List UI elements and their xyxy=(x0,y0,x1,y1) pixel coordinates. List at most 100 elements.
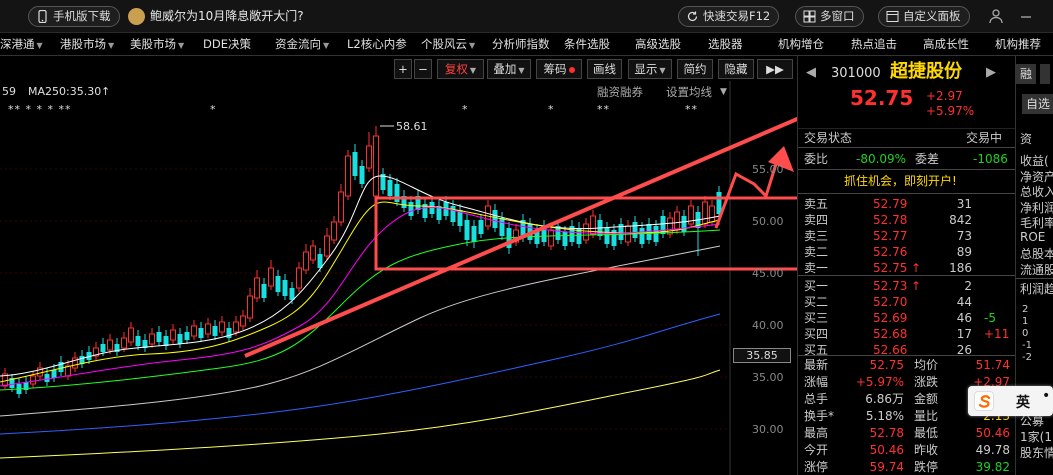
menu-item-label: DDE决策 xyxy=(203,37,251,51)
next-stock-icon[interactable]: ▶ xyxy=(986,65,996,81)
chevron-down-icon: ▼ xyxy=(178,41,185,50)
sell-order-row[interactable]: 卖一 52.75 ↑ 186 xyxy=(798,260,1016,276)
price-axis-label: 55.00 xyxy=(752,163,784,176)
event-marker[interactable]: * xyxy=(462,103,469,116)
hide-button[interactable]: 隐藏 xyxy=(718,59,754,79)
event-marker[interactable]: ** xyxy=(597,103,610,116)
open-account-promo[interactable]: 抓住机会，即刻开户! xyxy=(844,173,957,189)
menu-item[interactable]: 机构推荐 xyxy=(995,33,1041,56)
news-promo-link[interactable]: 鲍威尔为10月降息敞开大门? xyxy=(128,6,304,27)
sell-order-row[interactable]: 卖三 52.77 73 xyxy=(798,228,1016,244)
candle-body-up xyxy=(170,329,176,341)
chevron-down-icon[interactable]: ▼ xyxy=(720,87,727,97)
menu-item[interactable]: DDE决策 xyxy=(203,33,251,56)
stat-label: 均价 xyxy=(914,358,939,372)
custom-panel-button[interactable]: 自定义面板 xyxy=(878,6,970,27)
stock-name: 超捷股份 xyxy=(890,61,962,82)
extra-tab[interactable] xyxy=(1040,64,1050,84)
sell-order-row[interactable]: 卖五 52.79 31 xyxy=(798,196,1016,212)
moving-average-line xyxy=(0,229,721,391)
profit-axis-label: 1 xyxy=(1022,316,1029,327)
fundamentals-tab[interactable]: 资 xyxy=(1020,130,1032,147)
menu-item[interactable]: 高级选股 xyxy=(635,33,681,56)
chips-button[interactable]: 筹码 xyxy=(536,59,582,79)
buy-order-row[interactable]: 买一 52.73 ↑ 2 xyxy=(798,278,1016,294)
candle-body-down xyxy=(184,332,190,340)
fuquan-dropdown[interactable]: 复权 ▼ xyxy=(437,59,484,79)
zoom-out-button[interactable]: − xyxy=(414,59,432,79)
menu-item[interactable]: 美股市场 ▼ xyxy=(130,33,184,56)
quick-trade-button[interactable]: 快速交易F12 xyxy=(678,6,780,27)
trade-status-label: 交易状态 xyxy=(804,131,853,145)
sell-order-price: 52.78 xyxy=(873,213,908,227)
candle-body-up xyxy=(583,223,589,241)
sell-order-volume: 73 xyxy=(956,229,972,243)
kline-chart-area[interactable]: 58.61 + − 复权 ▼ 叠加 ▼ 筹码 画线 显示 ▼ 简约 隐藏 ▶▶ 59 … xyxy=(0,56,797,475)
overlay-dropdown[interactable]: 叠加 ▼ xyxy=(487,59,531,79)
price-axis-label: 45.00 xyxy=(752,267,784,280)
candle-body-up xyxy=(331,221,337,241)
ime-toolbar[interactable]: 英 • xyxy=(968,386,1053,416)
user-icon[interactable] xyxy=(988,8,1004,24)
margin-trading-link[interactable]: 融资融券 xyxy=(597,84,643,100)
buy-order-volume: 2 xyxy=(964,279,972,293)
top-bar: 手机版下载 鲍威尔为10月降息敞开大门? 快速交易F12 多窗口 自定义面板 xyxy=(0,0,1053,33)
chevron-down-icon: ▼ xyxy=(323,41,330,50)
menu-item[interactable]: 港股市场 ▼ xyxy=(60,33,114,56)
draw-line-button[interactable]: 画线 xyxy=(587,59,622,79)
kline-chart-svg[interactable]: 58.61 xyxy=(0,56,797,475)
candle-body-down xyxy=(387,180,393,196)
buy-order-delta: +11 xyxy=(984,327,1010,341)
buy-order-row[interactable]: 买三 52.69 46 -5 xyxy=(798,310,1016,326)
event-marker[interactable]: * xyxy=(548,103,555,116)
menu-item[interactable]: 高成长性 xyxy=(923,33,969,56)
menu-item[interactable]: 热点追击 xyxy=(851,33,897,56)
ma-settings-link[interactable]: 设置均线 xyxy=(666,84,712,100)
menu-item[interactable]: 条件选股 xyxy=(564,33,610,56)
menu-item[interactable]: 机构增仓 xyxy=(778,33,824,56)
candle-body-up xyxy=(296,267,302,289)
candle-body-up xyxy=(548,229,554,247)
simple-mode-button[interactable]: 简约 xyxy=(677,59,713,79)
display-dropdown[interactable]: 显示 ▼ xyxy=(628,59,672,79)
buy-order-label: 买一 xyxy=(804,279,829,293)
sell-order-price: 52.79 xyxy=(873,197,908,211)
margin-tab[interactable]: 融 xyxy=(1016,64,1036,84)
menu-item[interactable]: 资金流向 ▼ xyxy=(275,33,329,56)
candle-body-down xyxy=(282,280,288,296)
multi-window-button[interactable]: 多窗口 xyxy=(795,6,864,27)
candle-body-down xyxy=(471,226,477,242)
buy-order-row[interactable]: 买四 52.68 17 +11 xyxy=(798,326,1016,342)
zoom-in-button[interactable]: + xyxy=(394,59,412,79)
menu-item[interactable]: 选股器 xyxy=(708,33,743,56)
price-axis-label: 30.00 xyxy=(752,423,784,436)
event-marker[interactable]: ** xyxy=(685,103,698,116)
candle-body-up xyxy=(191,325,197,337)
menu-item[interactable]: 个股风云 ▼ xyxy=(421,33,475,56)
prev-stock-icon[interactable]: ◀ xyxy=(806,65,816,81)
event-marker[interactable]: * xyxy=(210,103,217,116)
mobile-download-button[interactable]: 手机版下载 xyxy=(28,6,120,27)
buy-order-label: 买四 xyxy=(804,327,829,341)
price-change: +2.97 xyxy=(926,89,963,103)
sell-order-volume: 186 xyxy=(949,261,972,275)
sell-order-row[interactable]: 卖四 52.78 842 xyxy=(798,212,1016,228)
buy-order-row[interactable]: 买二 52.70 44 xyxy=(798,294,1016,310)
ma-value-partial: 59 xyxy=(2,85,16,98)
stat-label: 最高 xyxy=(804,426,829,440)
stat-value: 49.78 xyxy=(975,443,1010,457)
sell-order-row[interactable]: 卖二 52.76 89 xyxy=(798,244,1016,260)
candle-body-up xyxy=(149,333,155,345)
stat-row: 今开 50.46 昨收 49.78 xyxy=(798,442,1016,458)
event-marker-stars[interactable]: ** * * * ** xyxy=(8,103,72,116)
expand-button[interactable]: ▶▶ xyxy=(757,59,793,79)
stat-row: 最新 52.75 均价 51.74 xyxy=(798,357,1016,373)
minimize-icon[interactable] xyxy=(1018,8,1034,24)
menu-item[interactable]: 深港通 ▼ xyxy=(0,33,43,56)
candle-body-down xyxy=(352,152,358,176)
menu-item-label: L2核心内参 xyxy=(347,37,407,51)
menu-item[interactable]: 分析师指数 xyxy=(492,33,550,56)
add-watchlist-button[interactable]: 自选 xyxy=(1022,94,1053,114)
candle-body-down xyxy=(212,326,218,336)
menu-item[interactable]: L2核心内参 xyxy=(347,33,407,56)
